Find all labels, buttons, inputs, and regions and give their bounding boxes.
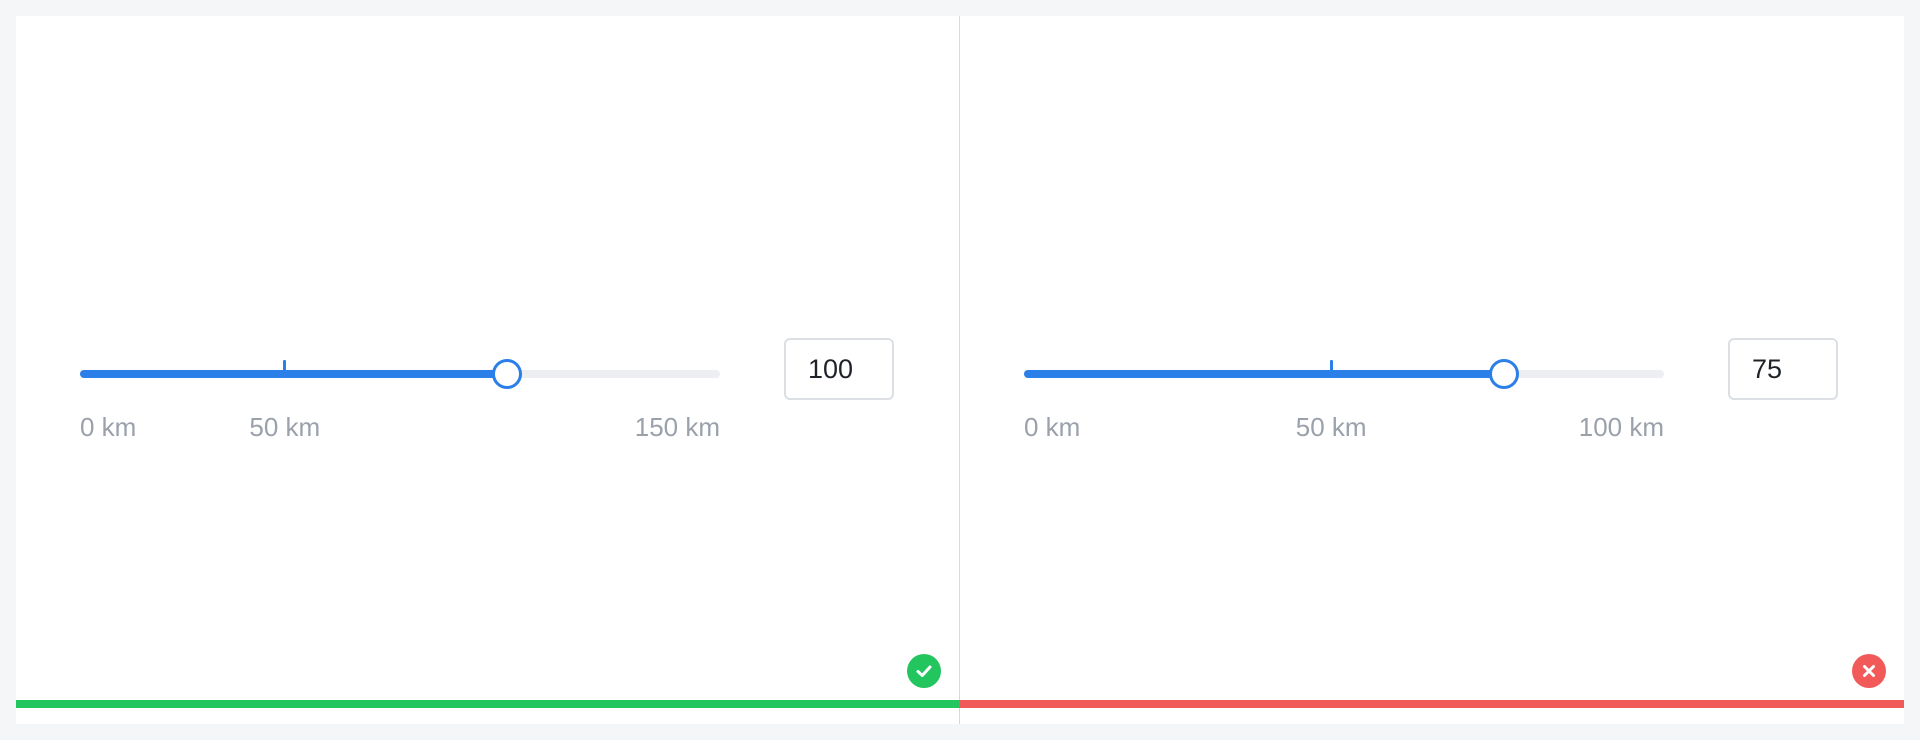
slider-tick-50	[1329, 360, 1333, 376]
slider-mark-mid: 50 km	[1295, 412, 1367, 442]
right-panel: 0 km 50 km 100 km	[960, 16, 1904, 724]
distance-slider[interactable]	[1024, 359, 1664, 389]
slider-track	[80, 370, 507, 378]
slider-handle[interactable]	[1489, 359, 1519, 389]
slider-mark-mid: 50 km	[249, 412, 321, 442]
distance-input[interactable]	[784, 338, 894, 400]
distance-slider[interactable]	[80, 359, 720, 389]
left-panel: 0 km 50 km 150 km	[16, 16, 960, 724]
status-bar-correct	[16, 700, 960, 708]
slider-mark-min: 0 km	[1024, 412, 1081, 442]
comparison-frame: 0 km 50 km 150 km 0 km 50 km 100 km	[16, 16, 1904, 724]
slider-track	[1024, 370, 1504, 378]
status-bar-incorrect	[960, 700, 1904, 708]
slider-mark-max: 150 km	[634, 412, 720, 442]
close-icon	[1852, 654, 1886, 688]
slider-tick-50	[283, 360, 287, 376]
check-icon	[907, 654, 941, 688]
slider-mark-max: 100 km	[1578, 412, 1664, 442]
distance-input[interactable]	[1728, 338, 1838, 400]
slider-mark-min: 0 km	[80, 412, 137, 442]
slider-handle[interactable]	[491, 359, 522, 389]
